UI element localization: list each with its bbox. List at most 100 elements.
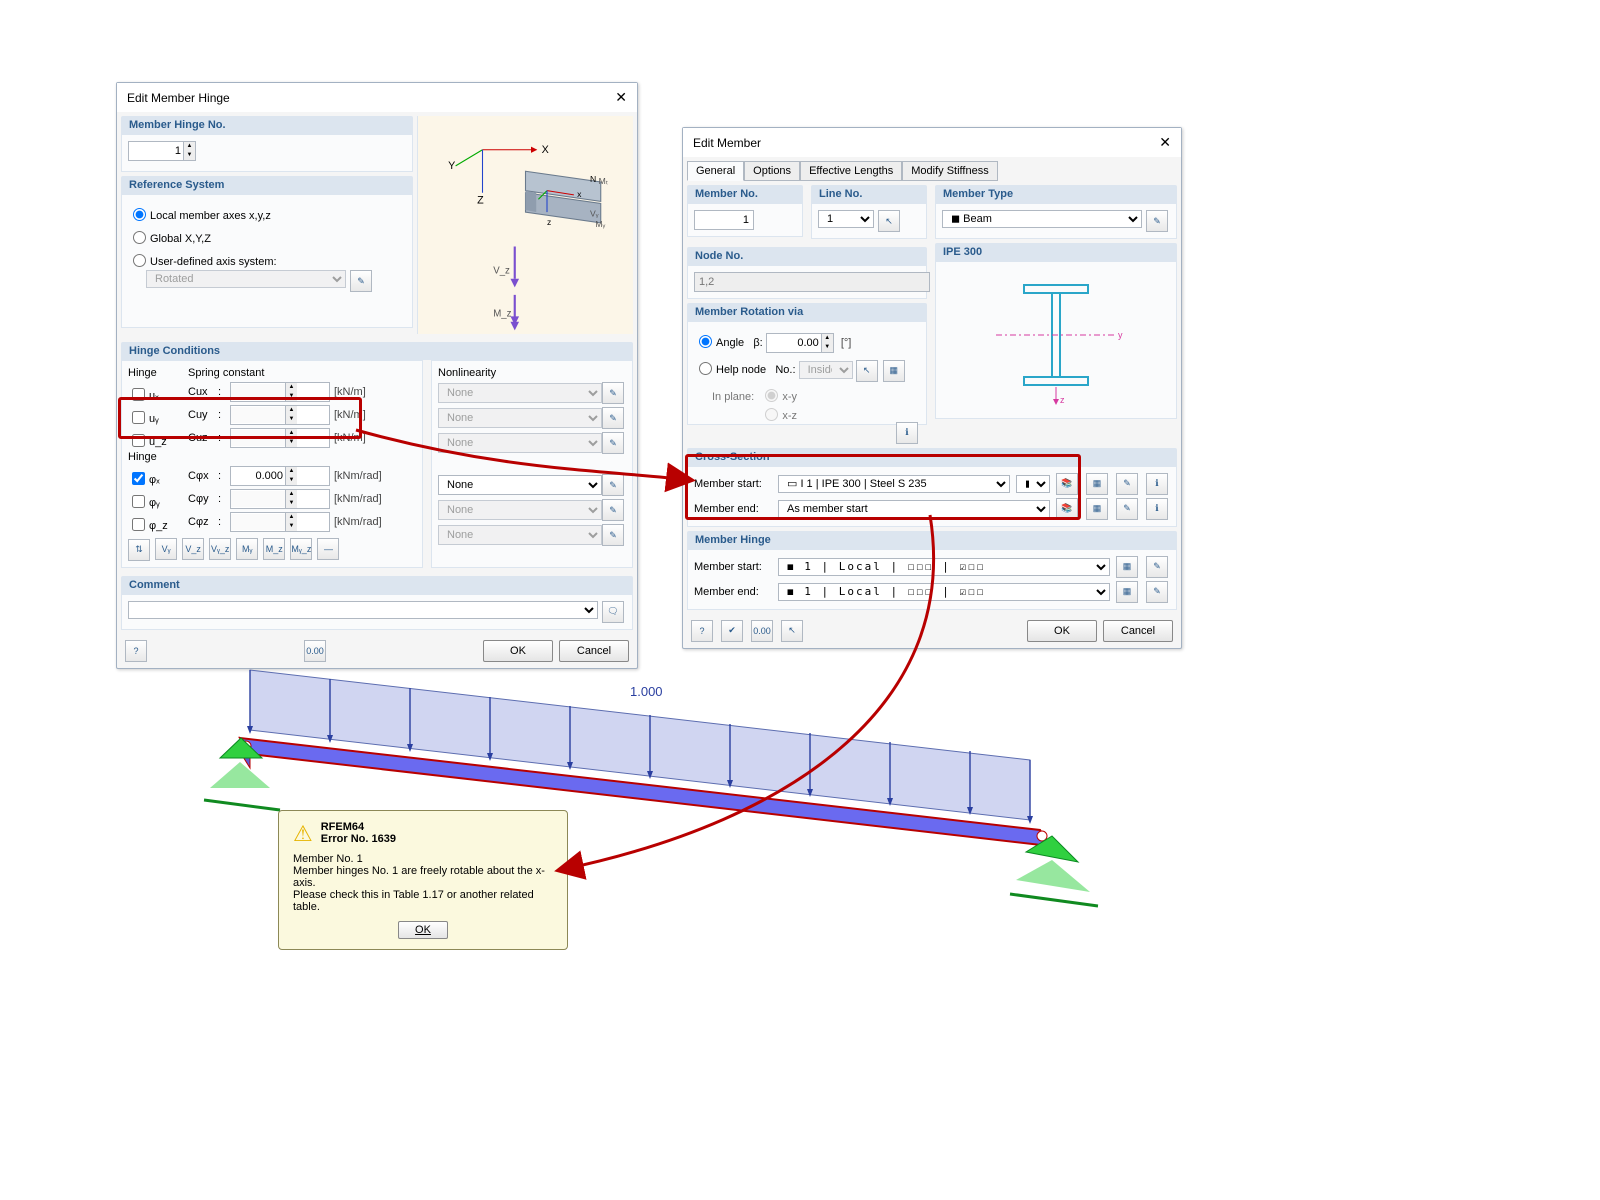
pick-line-icon[interactable]: ↖ bbox=[878, 210, 900, 232]
nonlin-phix-edit-icon[interactable]: ✎ bbox=[602, 474, 624, 496]
nonlin-ux-edit-icon[interactable]: ✎ bbox=[602, 382, 624, 404]
section-member-no: Member No. bbox=[687, 185, 803, 203]
nonlin-body: Nonlinearity None✎ None✎ None✎ None✎ Non… bbox=[431, 360, 633, 568]
cs-end-select[interactable]: As member start bbox=[778, 500, 1050, 518]
hinge-no-spinner[interactable]: ▲▼ bbox=[128, 141, 196, 161]
pick2-icon[interactable]: ↖ bbox=[781, 620, 803, 642]
preset-5-icon[interactable]: Mᵧ bbox=[236, 538, 258, 560]
rotated-select: Rotated bbox=[146, 270, 346, 288]
nonlin-phix[interactable]: None bbox=[438, 475, 602, 495]
close-icon[interactable]: ✕ bbox=[615, 89, 627, 106]
preset-1-icon[interactable]: ⇅ bbox=[128, 539, 150, 561]
radio-global[interactable]: Global X,Y,Z bbox=[128, 224, 406, 247]
svg-text:Y: Y bbox=[448, 160, 455, 172]
nonlin-ux: None bbox=[438, 383, 602, 403]
edit2-icon[interactable]: ✎ bbox=[1116, 498, 1138, 520]
nonlin-phiz-edit-icon[interactable]: ✎ bbox=[602, 524, 624, 546]
phix-value[interactable] bbox=[231, 468, 285, 484]
radio-user-input[interactable] bbox=[133, 254, 146, 267]
member-no-input[interactable] bbox=[694, 210, 754, 230]
help2-icon[interactable]: ? bbox=[691, 620, 713, 642]
pick-node-icon[interactable]: ↖ bbox=[856, 360, 878, 382]
section-reference-system: Reference System bbox=[121, 176, 413, 194]
info-cs-icon[interactable]: ℹ bbox=[1146, 473, 1168, 495]
help-icon[interactable]: ? bbox=[125, 640, 147, 662]
lib2-icon[interactable]: 📚 bbox=[1056, 498, 1078, 520]
spin-phix[interactable]: ▲▼ bbox=[230, 466, 330, 486]
chk-uz[interactable]: u_z bbox=[128, 429, 188, 448]
reference-system-body: Local member axes x,y,z Global X,Y,Z Use… bbox=[121, 194, 413, 328]
radio-local-input[interactable] bbox=[133, 208, 146, 221]
preset-4-icon[interactable]: Vᵧ_z bbox=[209, 538, 231, 560]
check-icon[interactable]: ✔ bbox=[721, 620, 743, 642]
hinge-end-select[interactable]: ◼ 1 | Local | ☐☐☐ | ☑☐☐ bbox=[778, 583, 1110, 601]
new-icon[interactable]: ▦ bbox=[1086, 473, 1108, 495]
hinge-no-input[interactable] bbox=[129, 143, 183, 159]
spin-phiy[interactable]: ▲▼ bbox=[230, 489, 330, 509]
error-app: RFEM64 bbox=[321, 821, 364, 833]
member-type-edit-icon[interactable]: ✎ bbox=[1146, 210, 1168, 232]
lib-icon[interactable]: 📚 bbox=[1056, 473, 1078, 495]
section-member-hinge-no: Member Hinge No. bbox=[121, 116, 413, 134]
cs-start-select[interactable]: ▭ I 1 | IPE 300 | Steel S 235 bbox=[778, 475, 1010, 493]
chk-phix[interactable]: φₓ bbox=[128, 467, 188, 486]
preset-8-icon[interactable]: — bbox=[317, 538, 339, 560]
hinge-start-edit-icon[interactable]: ✎ bbox=[1146, 556, 1168, 578]
svg-text:Mₜ: Mₜ bbox=[599, 176, 609, 186]
comment-input[interactable] bbox=[128, 601, 598, 619]
radio-global-input[interactable] bbox=[133, 231, 146, 244]
spin-phiz[interactable]: ▲▼ bbox=[230, 512, 330, 532]
spin-down-icon[interactable]: ▼ bbox=[183, 151, 195, 160]
cs-start-color[interactable]: ◼ bbox=[1016, 475, 1050, 493]
line-no-select[interactable]: 1 bbox=[818, 210, 874, 228]
preset-3-icon[interactable]: V_z bbox=[182, 538, 204, 560]
hinge-end-new-icon[interactable]: ▦ bbox=[1116, 581, 1138, 603]
chk-phiy[interactable]: φᵧ bbox=[128, 490, 188, 509]
preset-7-icon[interactable]: Mᵧ_z bbox=[290, 538, 312, 560]
chk-phiz[interactable]: φ_z bbox=[128, 513, 188, 532]
tab-eff-lengths[interactable]: Effective Lengths bbox=[800, 161, 902, 181]
tab-modify-stiffness[interactable]: Modify Stiffness bbox=[902, 161, 997, 181]
preset-6-icon[interactable]: M_z bbox=[263, 538, 285, 560]
nonlin-uz-edit-icon[interactable]: ✎ bbox=[602, 432, 624, 454]
error-ok-button[interactable]: OK bbox=[398, 921, 448, 939]
tab-options[interactable]: Options bbox=[744, 161, 800, 181]
new-node-icon[interactable]: ▦ bbox=[883, 360, 905, 382]
new2-icon[interactable]: ▦ bbox=[1086, 498, 1108, 520]
cancel-button[interactable]: Cancel bbox=[1103, 620, 1173, 642]
radio-angle[interactable]: Angle β: ▲▼ [°] bbox=[694, 328, 920, 355]
radio-helpnode[interactable]: Help node No.: Inside ↖ ▦ bbox=[694, 355, 920, 384]
section-rotation: Member Rotation via bbox=[687, 303, 927, 321]
member-type-select[interactable]: ◼ Beam bbox=[942, 210, 1142, 228]
spin-ux[interactable]: ▲▼ bbox=[230, 382, 330, 402]
radio-xz: x-z bbox=[760, 410, 797, 422]
close-icon[interactable]: ✕ bbox=[1159, 134, 1171, 151]
comment-pick-icon[interactable]: 🗨 bbox=[602, 601, 624, 623]
radio-local[interactable]: Local member axes x,y,z bbox=[128, 201, 406, 224]
edit-icon[interactable]: ✎ bbox=[350, 270, 372, 292]
chk-ux[interactable]: uₓ bbox=[128, 383, 188, 402]
svg-text:Mᵧ: Mᵧ bbox=[595, 219, 605, 229]
hinge-start-new-icon[interactable]: ▦ bbox=[1116, 556, 1138, 578]
hinge-sub: Hinge bbox=[128, 451, 400, 463]
edit-cs-icon[interactable]: ✎ bbox=[1116, 473, 1138, 495]
radio-xy: x-y bbox=[760, 391, 797, 403]
preset-2-icon[interactable]: Vᵧ bbox=[155, 538, 177, 560]
spin-up-icon[interactable]: ▲ bbox=[183, 142, 195, 151]
spin-uy[interactable]: ▲▼ bbox=[230, 405, 330, 425]
tab-general[interactable]: General bbox=[687, 161, 744, 181]
radio-user[interactable]: User-defined axis system: bbox=[128, 247, 406, 270]
section-cross: Cross-Section bbox=[687, 448, 1177, 466]
hinge-start-select[interactable]: ◼ 1 | Local | ☐☐☐ | ☑☐☐ bbox=[778, 558, 1110, 576]
chk-uy[interactable]: uᵧ bbox=[128, 406, 188, 425]
nonlin-phiy-edit-icon[interactable]: ✎ bbox=[602, 499, 624, 521]
units2-icon[interactable]: 0.00 bbox=[751, 620, 773, 642]
angle-spin[interactable]: ▲▼ bbox=[766, 333, 834, 353]
nonlin-uy-edit-icon[interactable]: ✎ bbox=[602, 407, 624, 429]
info-icon[interactable]: ℹ bbox=[896, 422, 918, 444]
ok-button[interactable]: OK bbox=[1027, 620, 1097, 642]
angle-input[interactable] bbox=[767, 335, 821, 351]
hinge-end-edit-icon[interactable]: ✎ bbox=[1146, 581, 1168, 603]
info2-icon[interactable]: ℹ bbox=[1146, 498, 1168, 520]
spin-uz[interactable]: ▲▼ bbox=[230, 428, 330, 448]
